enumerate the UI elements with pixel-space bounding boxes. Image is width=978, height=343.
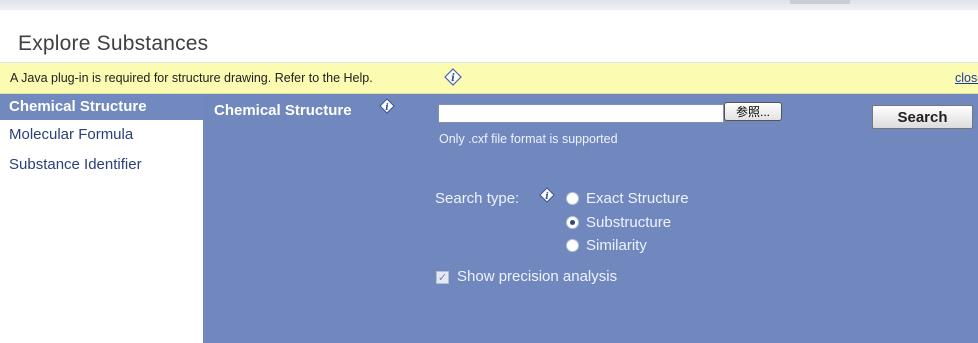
page-header: Explore Substances — [0, 10, 978, 63]
section-title: Chemical Structure — [214, 102, 352, 119]
sidebar-item-substance-identifier[interactable]: Substance Identifier — [0, 152, 203, 178]
top-strip — [0, 0, 978, 10]
svg-text:i: i — [451, 73, 455, 84]
search-type-label: Search type: — [435, 190, 520, 207]
search-type-info-icon[interactable]: i — [539, 187, 555, 208]
structure-info-icon[interactable]: i — [379, 98, 395, 119]
radio-button[interactable] — [566, 239, 579, 252]
browse-button[interactable]: 参照... — [724, 102, 782, 121]
page-title: Explore Substances — [18, 32, 209, 55]
svg-text:i: i — [385, 103, 389, 113]
help-info-icon[interactable]: i — [444, 68, 462, 89]
svg-text:i: i — [545, 192, 549, 202]
search-button[interactable]: Search — [872, 105, 973, 129]
precision-analysis-label: Show precision analysis — [457, 268, 618, 285]
radio-label: Exact Structure — [586, 190, 689, 207]
file-format-hint: Only .cxf file format is supported — [439, 132, 618, 146]
radio-button-selected[interactable] — [566, 216, 579, 229]
radio-label: Similarity — [586, 237, 647, 254]
radio-button[interactable] — [566, 192, 579, 205]
java-notice-bar: A Java plug-in is required for structure… — [0, 63, 978, 94]
radio-label: Substructure — [586, 214, 672, 231]
notice-message: A Java plug-in is required for structure… — [10, 71, 373, 85]
close-link[interactable]: close — [955, 71, 978, 85]
sidebar-item-chemical-structure[interactable]: Chemical Structure — [0, 94, 203, 120]
tab-hint — [790, 0, 850, 4]
structure-file-input[interactable] — [438, 104, 724, 123]
sidebar: Chemical Structure Molecular Formula Sub… — [0, 94, 203, 343]
precision-analysis-checkbox[interactable]: ✓ — [436, 271, 449, 284]
sidebar-item-molecular-formula[interactable]: Molecular Formula — [0, 122, 203, 148]
search-panel: Chemical Structure i 参照... Only .cxf fil… — [203, 94, 978, 343]
